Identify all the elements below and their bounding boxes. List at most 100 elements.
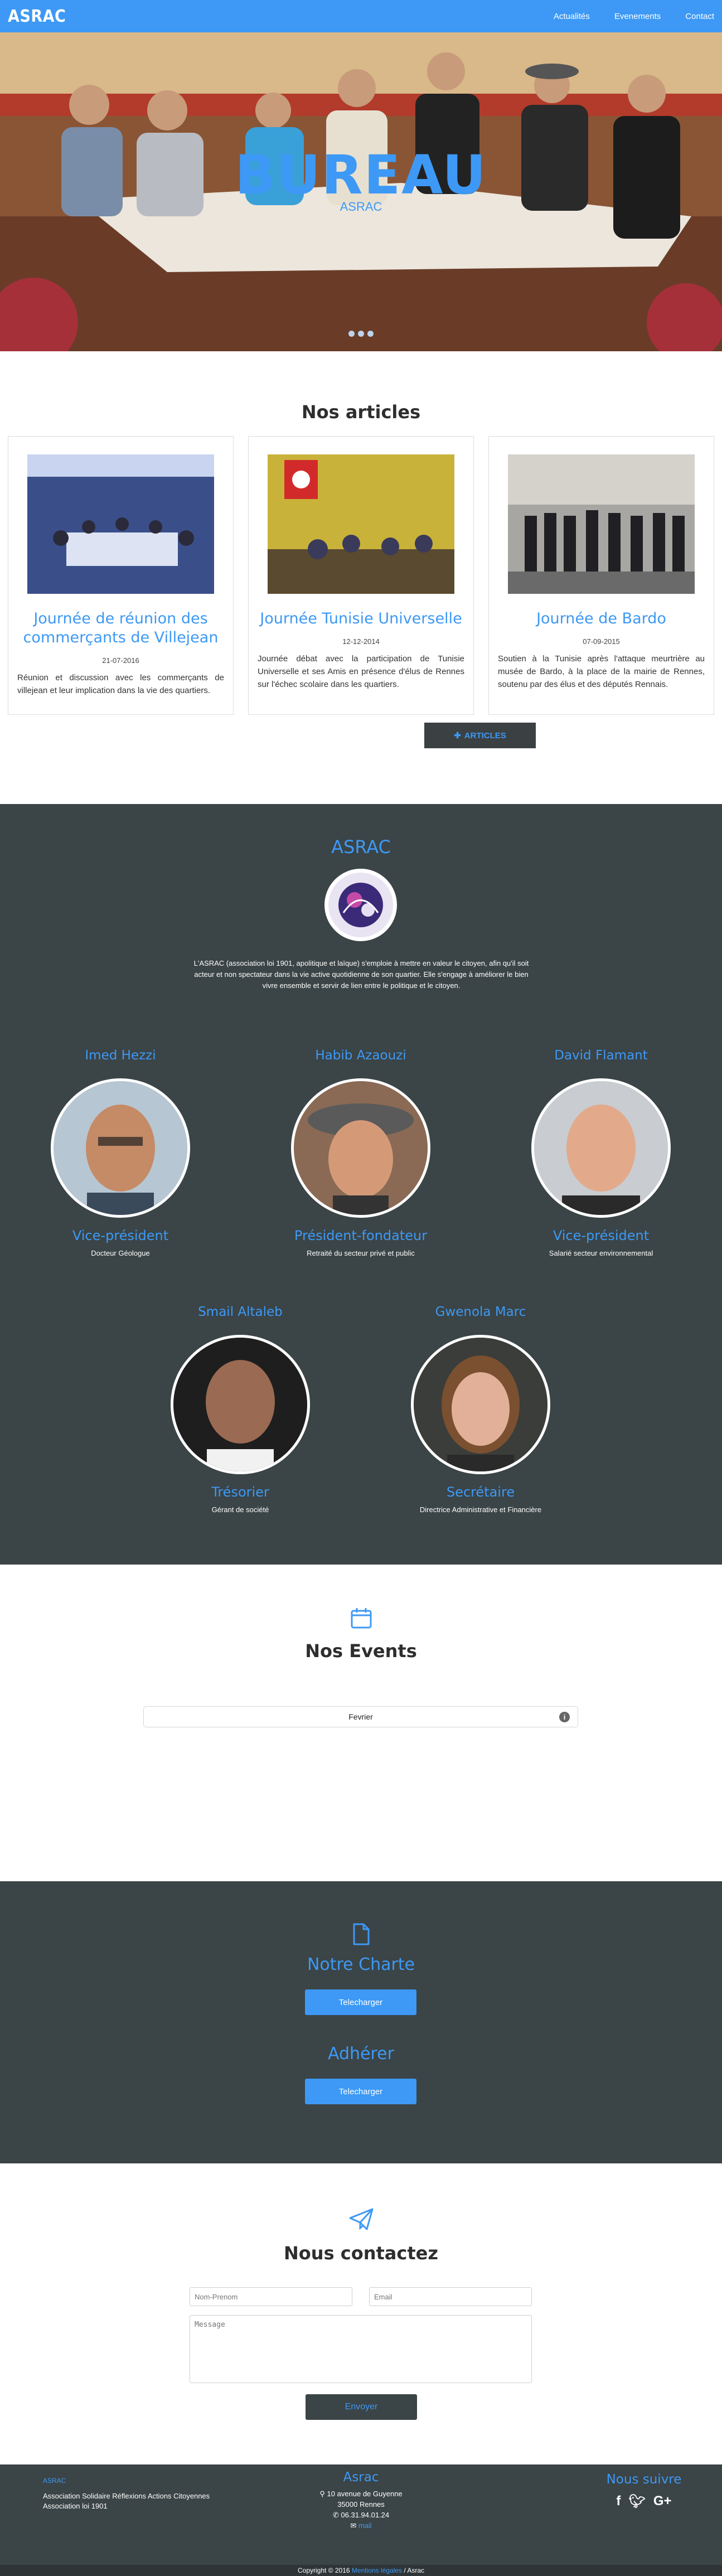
member-job: Retraité du secteur privé et public (307, 1249, 415, 1257)
footer-city: 35000 Rennes (337, 2500, 385, 2509)
footer-mail-link[interactable]: mail (358, 2521, 372, 2530)
calendar-icon (350, 1607, 372, 1632)
article-image (268, 454, 454, 594)
member-name: David Flamant (554, 1048, 648, 1063)
hero-title: BUREAU (235, 144, 487, 206)
send-button[interactable]: Envoyer (306, 2394, 417, 2420)
footer-about-title: ASRAC (43, 2477, 66, 2485)
name-input[interactable] (190, 2287, 352, 2306)
navbar: ASRAC Actualités Evenements Contact (0, 0, 722, 32)
articles-title: Nos articles (301, 401, 421, 423)
article-title[interactable]: Journée Tunisie Universelle (258, 609, 464, 628)
footer-about-line: Association Solidaire Réflexions Actions… (43, 2492, 210, 2500)
member-card: Imed Hezzi Vice-président Docteur Géolog… (37, 1048, 204, 1257)
footer-social-title: Nous suivre (606, 2472, 682, 2487)
paper-plane-icon (349, 2208, 374, 2233)
articles-list: Journée de réunion des commerçants de Vi… (8, 436, 714, 715)
member-card: Gwenola Marc Secrétaire Directrice Admin… (397, 1305, 564, 1514)
footer-mail: ✉ mail (268, 2520, 454, 2531)
member-name: Imed Hezzi (85, 1048, 156, 1063)
nav-link-contact[interactable]: Contact (685, 12, 714, 21)
article-card[interactable]: Journée Tunisie Universelle 12-12-2014 J… (248, 436, 474, 715)
asrac-description: L'ASRAC (association loi 1901, apolitiqu… (193, 959, 529, 990)
article-card[interactable]: Journée de Bardo 07-09-2015 Soutien à la… (488, 436, 714, 715)
footer-phone: ✆ 06.31.94.01.24 (268, 2510, 454, 2520)
info-icon[interactable]: i (559, 1712, 570, 1722)
member-card: Smail Altaleb Trésorier Gérant de sociét… (157, 1305, 324, 1514)
footer-phone-number: 06.31.94.01.24 (341, 2511, 390, 2519)
brand-logo[interactable]: ASRAC (8, 7, 66, 26)
event-month-bar[interactable]: Fevrier i (143, 1706, 578, 1727)
member-photo (291, 1078, 430, 1218)
footer-address-line: 10 avenue de Guyenne (327, 2490, 403, 2498)
adherer-title: Adhérer (328, 2044, 394, 2064)
message-textarea[interactable] (190, 2315, 532, 2383)
adherer-download-button[interactable]: Telecharger (305, 2079, 416, 2104)
member-name: Gwenola Marc (435, 1305, 526, 1319)
member-photo (531, 1078, 671, 1218)
article-summary: Journée débat avec la participation de T… (258, 654, 464, 689)
carousel-dot[interactable] (358, 331, 364, 337)
footer-contact-title: Asrac (343, 2470, 379, 2485)
copyright-bar: Copyright © 2016 Mentions légales / Asra… (0, 2565, 722, 2576)
article-title[interactable]: Journée de réunion des commerçants de Vi… (17, 609, 224, 647)
article-date: 12-12-2014 (342, 637, 380, 646)
google-plus-icon[interactable]: G+ (653, 2493, 672, 2510)
social-icons: f 🐦︎ G+ (585, 2493, 702, 2510)
twitter-icon[interactable]: 🐦︎ (628, 2493, 645, 2510)
article-title[interactable]: Journée de Bardo (498, 609, 705, 628)
phone-icon: ✆ (332, 2511, 339, 2519)
charte-title: Notre Charte (307, 1955, 415, 1974)
footer-social: Nous suivre f 🐦︎ G+ (585, 2472, 702, 2510)
member-role: Président-fondateur (294, 1228, 428, 1243)
document-icon (352, 1923, 370, 1949)
member-photo (51, 1078, 190, 1218)
footer-about-line: Association loi 1901 (43, 2502, 108, 2510)
member-role: Vice-président (553, 1228, 650, 1243)
footer-contact: Asrac ⚲ 10 avenue de Guyenne 35000 Renne… (268, 2470, 454, 2531)
plus-icon: ✚ (454, 731, 461, 740)
article-date: 07-09-2015 (583, 637, 620, 646)
envelope-icon: ✉ (350, 2521, 357, 2530)
article-image (508, 454, 695, 594)
event-month: Fevrier (348, 1712, 373, 1721)
article-image (27, 454, 214, 594)
member-card: Habib Azaouzi Président-fondateur Retrai… (277, 1048, 444, 1257)
footer-address: ⚲ 10 avenue de Guyenne (268, 2488, 454, 2499)
nav-links: Actualités Evenements Contact (554, 12, 714, 21)
asrac-logo (324, 869, 397, 941)
contact-title: Nous contactez (284, 2243, 438, 2264)
article-summary: Réunion et discussion avec les commerçan… (17, 673, 224, 695)
article-card[interactable]: Journée de réunion des commerçants de Vi… (8, 436, 234, 715)
legal-notice-link[interactable]: Mentions légales (352, 2567, 402, 2574)
charte-download-button[interactable]: Telecharger (305, 1989, 416, 2015)
member-role: Vice-président (72, 1228, 169, 1243)
article-date: 21-07-2016 (102, 656, 139, 665)
footer-about: ASRAC Association Solidaire Réflexions A… (43, 2476, 210, 2511)
facebook-icon[interactable]: f (616, 2493, 621, 2510)
more-articles-button[interactable]: ✚ ARTICLES (424, 723, 536, 748)
member-card: David Flamant Vice-président Salarié sec… (517, 1048, 685, 1257)
carousel-indicators (0, 331, 722, 337)
member-job: Gérant de société (211, 1505, 269, 1514)
member-role: Trésorier (211, 1484, 269, 1500)
carousel-dot[interactable] (367, 331, 374, 337)
more-articles-label: ARTICLES (464, 730, 506, 740)
member-name: Smail Altaleb (198, 1305, 283, 1319)
member-photo (411, 1335, 550, 1474)
carousel-dot[interactable] (348, 331, 355, 337)
map-marker-icon: ⚲ (319, 2490, 325, 2498)
nav-link-evenements[interactable]: Evenements (614, 12, 661, 21)
copyright-suffix: / Asrac (404, 2567, 424, 2574)
member-photo (171, 1335, 310, 1474)
hero-subtitle: ASRAC (340, 200, 382, 214)
member-name: Habib Azaouzi (315, 1048, 406, 1063)
member-role: Secrétaire (446, 1484, 515, 1500)
hero-carousel[interactable]: BUREAU ASRAC (0, 32, 722, 351)
article-summary: Soutien à la Tunisie après l'attaque meu… (498, 654, 705, 689)
events-title: Nos Events (305, 1640, 417, 1662)
member-job: Docteur Géologue (91, 1249, 150, 1257)
nav-link-actualites[interactable]: Actualités (554, 12, 590, 21)
email-input[interactable] (369, 2287, 532, 2306)
member-job: Salarié secteur environnemental (549, 1249, 653, 1257)
